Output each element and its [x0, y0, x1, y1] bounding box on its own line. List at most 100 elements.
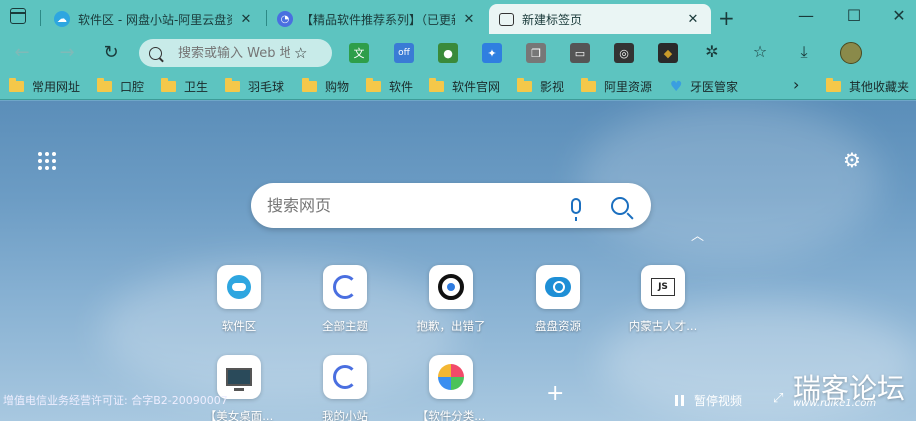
background-cloud: [580, 101, 880, 261]
quick-link-tile[interactable]: JS 内蒙古人才...: [618, 265, 708, 334]
bookmark-label: 影视: [540, 80, 565, 94]
search-icon: [149, 46, 162, 60]
tile-icon-box: JS: [641, 265, 685, 309]
bookmark-label: 卫生: [184, 80, 209, 94]
quick-link-tile[interactable]: 我的小站: [300, 355, 390, 421]
translate-ext-icon[interactable]: 文: [349, 43, 369, 63]
close-window-button[interactable]: ✕: [889, 6, 909, 25]
tab-new-tab[interactable]: 新建标签页 ✕: [489, 4, 711, 34]
tile-label: 抱歉，出错了: [416, 319, 486, 333]
close-icon[interactable]: ✕: [461, 12, 477, 27]
quick-link-tile[interactable]: 全部主题: [300, 265, 390, 334]
tile-label: 内蒙古人才...: [628, 319, 698, 333]
bookmark-link[interactable]: ♥ 牙医管家: [670, 78, 738, 95]
microphone-icon[interactable]: [571, 197, 581, 221]
bookmark-folder[interactable]: 软件官网: [429, 78, 500, 95]
bookmark-label: 其他收藏夹: [849, 80, 910, 94]
web-search-input[interactable]: [267, 196, 571, 215]
folder-icon: [429, 78, 444, 92]
bookmark-folder[interactable]: 卫生: [161, 78, 208, 95]
profile-avatar[interactable]: [840, 42, 862, 64]
tab-software-zone[interactable]: ☁ 软件区 - 网盘小站-阿里云盘资源 ✕: [44, 4, 264, 34]
tile-label: 【美女桌面...: [204, 409, 274, 421]
glasses-ext-icon[interactable]: ◎: [614, 43, 634, 63]
tab-separator: [40, 10, 41, 26]
cloud-search-icon: [545, 277, 571, 297]
quick-link-tile[interactable]: 盘盘资源: [513, 265, 603, 334]
minimize-button[interactable]: —: [796, 6, 816, 25]
tile-icon-box: [536, 265, 580, 309]
bookmark-label: 牙医管家: [690, 80, 739, 94]
refresh-button[interactable]: ↻: [99, 41, 123, 65]
gear-icon[interactable]: ⚙: [843, 148, 861, 172]
bookmark-label: 阿里资源: [604, 80, 653, 94]
search-icon[interactable]: [611, 196, 629, 215]
bookmark-folder[interactable]: 购物: [302, 78, 349, 95]
favorites-icon[interactable]: ☆: [749, 42, 771, 61]
tile-label: 全部主题: [322, 319, 368, 333]
add-favorite-icon[interactable]: ☆: [294, 44, 307, 62]
tile-label: 盘盘资源: [535, 319, 581, 333]
cloud-icon: [227, 275, 251, 299]
folder-icon: [366, 78, 381, 92]
add-shortcut-button[interactable]: +: [546, 381, 564, 406]
bird-ext-icon[interactable]: ✦: [482, 43, 502, 63]
quick-link-tile[interactable]: 软件区: [194, 265, 284, 334]
address-bar[interactable]: ☆: [139, 39, 332, 67]
new-tab-button[interactable]: +: [718, 6, 735, 30]
forward-button[interactable]: →: [55, 41, 79, 65]
quick-link-tile[interactable]: 【软件分类...: [406, 355, 496, 421]
address-input[interactable]: [178, 45, 290, 61]
maximize-button[interactable]: ☐: [844, 6, 864, 25]
tooth-icon: ♥: [670, 78, 683, 95]
folder-icon: [9, 78, 24, 92]
extensions-icon[interactable]: ✲: [701, 42, 723, 61]
close-icon[interactable]: ✕: [685, 12, 701, 27]
other-favorites-folder[interactable]: 其他收藏夹: [826, 78, 909, 95]
license-text[interactable]: 增值电信业务经营许可证: 合字B2-20090007: [3, 392, 228, 408]
bookmark-folder[interactable]: 阿里资源: [581, 78, 652, 95]
bookmark-label: 软件: [389, 80, 414, 94]
collapse-chevron-up-icon[interactable]: ︿: [691, 225, 704, 244]
tile-label: 【软件分类...: [416, 409, 486, 421]
swirl-icon: [333, 365, 357, 389]
folder-icon: [517, 78, 532, 92]
close-icon[interactable]: ✕: [238, 12, 254, 27]
pause-icon: [675, 395, 684, 406]
tab-title: 新建标签页: [522, 12, 583, 27]
tab-actions-menu-icon[interactable]: [10, 8, 26, 24]
bookmark-label: 软件官网: [452, 80, 501, 94]
tile-icon-box: [323, 355, 367, 399]
new-tab-page: ⚙ ︿ 软件区 全部主题 抱歉，出错了 盘盘资源 JS 内蒙古人才... 【美女…: [0, 101, 916, 421]
pause-video-button[interactable]: 暂停视频: [675, 392, 742, 409]
bookmark-folder[interactable]: 影视: [517, 78, 564, 95]
apps-grid-icon[interactable]: [38, 152, 56, 170]
tile-icon-box: [217, 265, 261, 309]
bookmarks-overflow-chevron-icon[interactable]: ›: [793, 75, 799, 94]
globe-ext-icon[interactable]: ●: [438, 43, 458, 63]
bookmark-folder[interactable]: 常用网址: [9, 78, 80, 95]
bookmarks-bar: 常用网址 口腔 卫生 羽毛球 购物 软件 软件官网 影视 阿里资源 ♥ 牙医管家 …: [0, 72, 916, 100]
screen-ext-icon[interactable]: ▭: [570, 43, 590, 63]
watermark-url: www.ruike1.com: [793, 398, 877, 409]
expand-icon[interactable]: ⤢: [773, 391, 783, 406]
monitor-icon: [226, 368, 252, 391]
tab-software-recommend[interactable]: ◔ 【精品软件推荐系列】（已更新） ✕: [267, 4, 487, 34]
diamond-ext-icon[interactable]: ◆: [658, 43, 678, 63]
newtab-icon: [499, 12, 514, 26]
bookmark-folder[interactable]: 羽毛球: [225, 78, 284, 95]
back-button[interactable]: ←: [10, 41, 34, 65]
js-icon: JS: [651, 278, 675, 296]
bookmark-folder[interactable]: 口腔: [97, 78, 144, 95]
copy-ext-icon[interactable]: ❐: [526, 43, 546, 63]
web-search-box[interactable]: [251, 183, 651, 228]
swirl-icon: [333, 275, 357, 299]
quick-link-tile[interactable]: 抱歉，出错了: [406, 265, 496, 334]
downloads-icon[interactable]: ⤓: [793, 42, 815, 62]
tile-label: 我的小站: [322, 409, 368, 421]
quick-link-tile[interactable]: 【美女桌面...: [194, 355, 284, 421]
tab-title: 【精品软件推荐系列】（已更新）: [301, 12, 455, 27]
adblock-off-icon[interactable]: off: [394, 43, 414, 63]
bookmark-folder[interactable]: 软件: [366, 78, 413, 95]
bookmark-label: 购物: [325, 80, 350, 94]
